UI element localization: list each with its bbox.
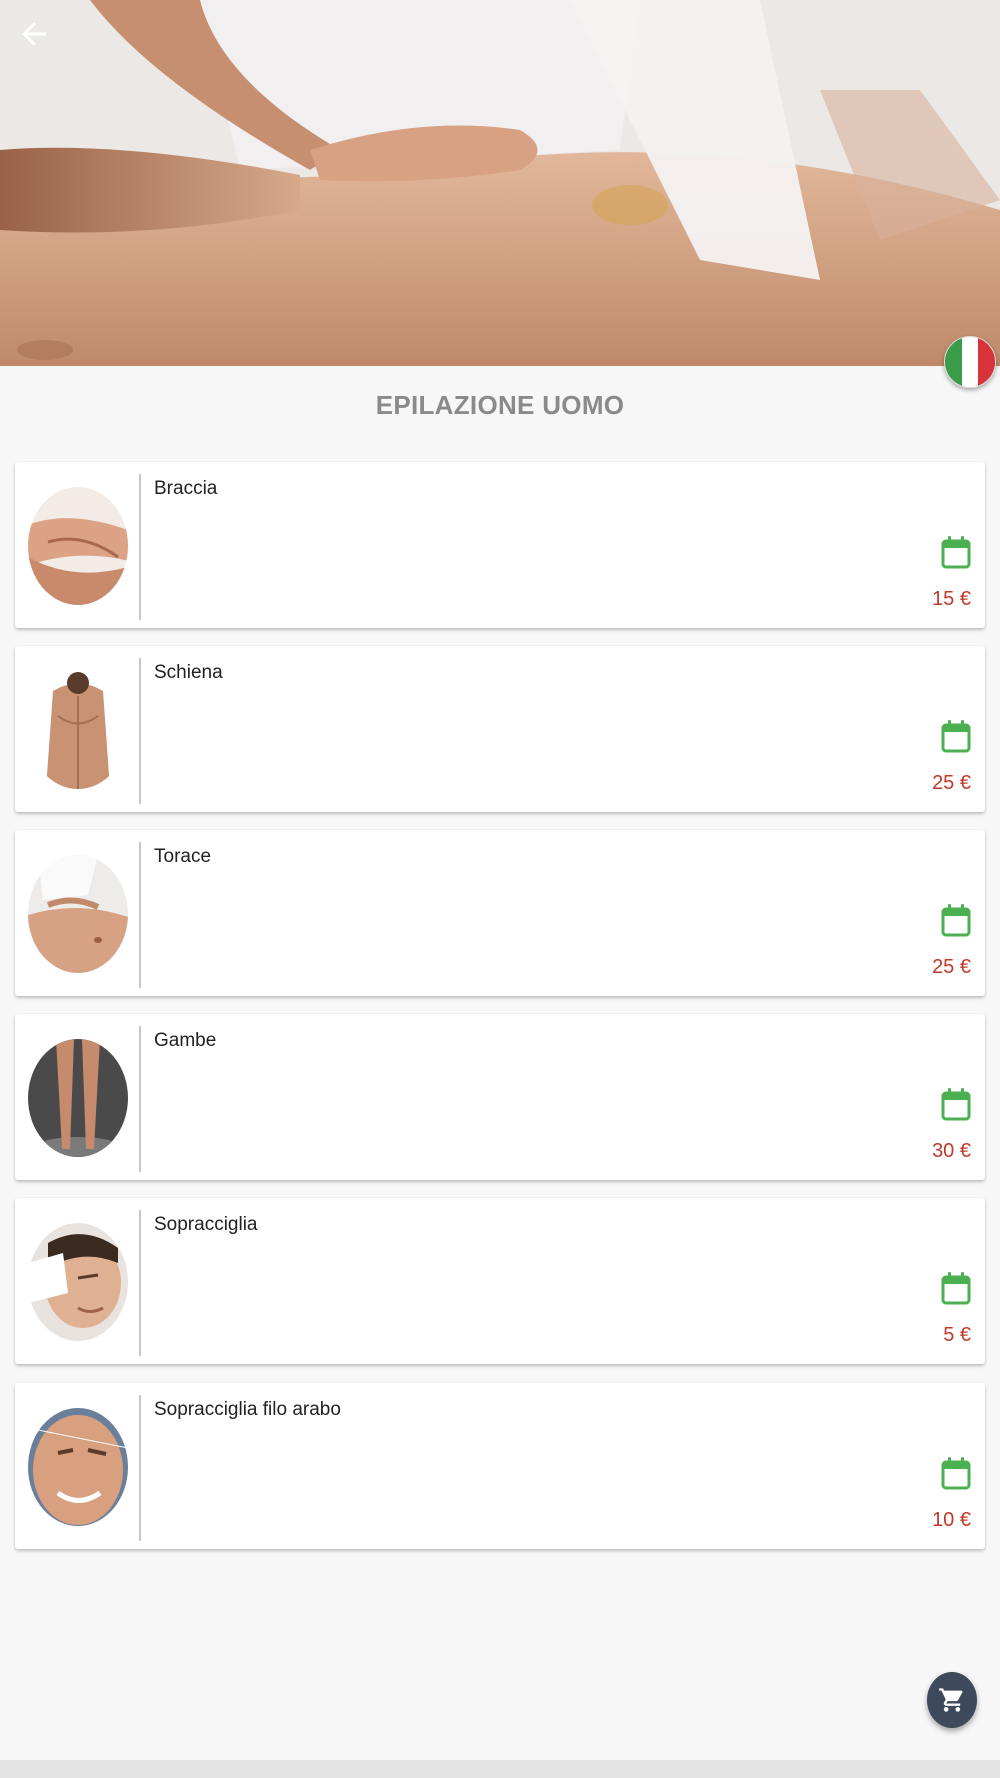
service-card[interactable]: Torace 25 € bbox=[15, 830, 985, 996]
calendar-icon bbox=[941, 1088, 971, 1121]
legs-photo-image bbox=[28, 1039, 128, 1157]
bottom-system-bar bbox=[0, 1760, 1000, 1778]
service-name: Sopracciglia bbox=[154, 1214, 258, 1235]
hero-image bbox=[0, 0, 1000, 366]
service-name: Gambe bbox=[154, 1030, 217, 1051]
book-calendar-button[interactable] bbox=[941, 719, 971, 753]
service-card[interactable]: Gambe 30 € bbox=[15, 1014, 985, 1180]
arms-photo bbox=[28, 487, 128, 605]
calendar-icon bbox=[941, 720, 971, 753]
service-card[interactable]: Braccia 15 € bbox=[15, 462, 985, 628]
service-name: Schiena bbox=[154, 662, 223, 683]
eyebrows-thread-photo-image bbox=[28, 1408, 128, 1526]
chest-photo-image bbox=[28, 855, 128, 973]
card-divider bbox=[139, 1026, 141, 1172]
card-divider bbox=[139, 842, 141, 988]
card-divider bbox=[139, 1210, 141, 1356]
service-name: Torace bbox=[154, 846, 212, 867]
card-divider bbox=[139, 658, 141, 804]
language-flag-button[interactable] bbox=[944, 336, 996, 388]
hero-photo bbox=[0, 0, 1000, 366]
chest-photo bbox=[28, 855, 128, 973]
back-button[interactable] bbox=[8, 8, 60, 60]
book-calendar-button[interactable] bbox=[941, 1271, 971, 1305]
service-price: 25 € bbox=[932, 772, 971, 794]
back-photo-image bbox=[28, 671, 128, 789]
service-price: 5 € bbox=[943, 1324, 971, 1346]
legs-photo bbox=[28, 1039, 128, 1157]
service-name: Sopracciglia filo arabo bbox=[154, 1399, 341, 1420]
eyebrows-photo-image bbox=[28, 1223, 128, 1341]
eyebrows-thread-photo bbox=[28, 1408, 128, 1526]
service-card[interactable]: Sopracciglia filo arabo 10 € bbox=[15, 1383, 985, 1549]
calendar-icon bbox=[941, 1272, 971, 1305]
calendar-icon bbox=[941, 1457, 971, 1490]
service-card[interactable]: Schiena 25 € bbox=[15, 646, 985, 812]
cart-icon bbox=[939, 1688, 963, 1712]
calendar-icon bbox=[941, 536, 971, 569]
service-name: Braccia bbox=[154, 478, 218, 499]
service-price: 15 € bbox=[932, 588, 971, 610]
arms-photo-image bbox=[28, 487, 128, 605]
card-divider bbox=[139, 1395, 141, 1541]
eyebrows-photo bbox=[28, 1223, 128, 1341]
book-calendar-button[interactable] bbox=[941, 903, 971, 937]
calendar-icon bbox=[941, 904, 971, 937]
card-divider bbox=[139, 474, 141, 620]
book-calendar-button[interactable] bbox=[941, 535, 971, 569]
arrow-left-icon bbox=[22, 22, 46, 46]
cart-button[interactable] bbox=[927, 1672, 977, 1728]
back-photo bbox=[28, 671, 128, 789]
page-title: EPILAZIONE UOMO bbox=[375, 390, 625, 420]
book-calendar-button[interactable] bbox=[941, 1456, 971, 1490]
book-calendar-button[interactable] bbox=[941, 1087, 971, 1121]
service-price: 30 € bbox=[932, 1140, 971, 1162]
service-price: 10 € bbox=[932, 1509, 971, 1531]
service-price: 25 € bbox=[932, 956, 971, 978]
flag-white-stripe bbox=[961, 337, 979, 387]
service-card[interactable]: Sopracciglia 5 € bbox=[15, 1198, 985, 1364]
